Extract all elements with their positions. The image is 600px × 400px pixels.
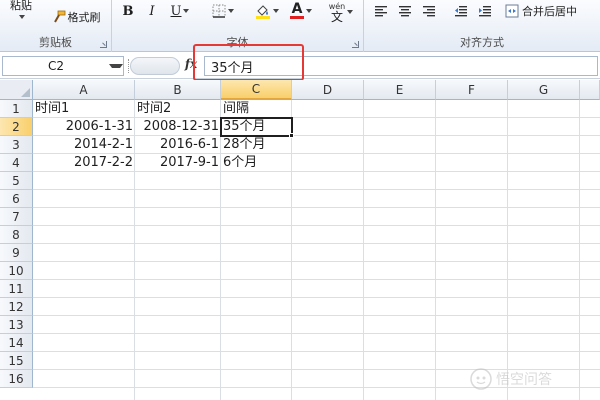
row-header-3[interactable]: 3 xyxy=(0,136,33,154)
paste-button[interactable]: 粘贴 xyxy=(4,0,38,22)
name-box[interactable]: C2 xyxy=(2,56,124,76)
decrease-indent-button[interactable] xyxy=(450,1,472,21)
row-header-9[interactable]: 9 xyxy=(0,244,33,262)
align-center-button[interactable] xyxy=(394,1,416,21)
clipboard-launcher-icon[interactable] xyxy=(100,41,107,48)
font-color-button[interactable]: A xyxy=(284,1,318,21)
row-header-11[interactable]: 11 xyxy=(0,280,33,298)
decrease-indent-icon xyxy=(455,6,467,17)
insert-function-icon[interactable]: fx xyxy=(182,57,200,75)
row-header-15[interactable]: 15 xyxy=(0,352,33,370)
font-group-label: 字体 xyxy=(226,36,249,49)
row-header-5[interactable]: 5 xyxy=(0,172,33,190)
formula-buttons-area xyxy=(130,57,180,75)
align-left-button[interactable] xyxy=(370,1,392,21)
column-header-f[interactable]: F xyxy=(436,80,508,100)
watermark: 悟空问答 xyxy=(470,368,552,390)
font-group: B I U A wén 文 字体 xyxy=(112,0,364,52)
cell-c1[interactable]: 间隔 xyxy=(221,100,292,118)
align-right-button[interactable] xyxy=(418,1,440,21)
increase-indent-button[interactable] xyxy=(474,1,496,21)
cell-a3[interactable]: 2014-2-1 xyxy=(33,136,135,154)
merge-center-label: 合并后居中 xyxy=(522,5,577,18)
column-header-e[interactable]: E xyxy=(364,80,436,100)
column-header-d[interactable]: D xyxy=(292,80,364,100)
fill-color-button[interactable] xyxy=(250,1,284,21)
cell-area[interactable]: 时间1 时间2 间隔 2006-1-31 2008-12-31 35个月 2014-2-1 2… xyxy=(33,100,600,400)
font-launcher-icon[interactable] xyxy=(352,41,359,48)
fill-color-dropdown-icon xyxy=(273,9,279,13)
paste-dropdown-icon xyxy=(19,15,25,19)
worksheet-grid: 时间1 时间2 间隔 2006-1-31 2008-12-31 35个月 2014-2-1 2… xyxy=(0,80,600,400)
column-header-g[interactable]: G xyxy=(508,80,580,100)
underline-button[interactable]: U xyxy=(166,1,194,21)
cell-c3[interactable]: 28个月 xyxy=(221,136,292,154)
underline-label: U xyxy=(170,3,182,19)
italic-button[interactable]: I xyxy=(142,1,162,21)
watermark-logo-icon xyxy=(470,368,492,390)
align-left-icon xyxy=(375,6,387,17)
align-center-icon xyxy=(399,6,411,17)
borders-dropdown-icon xyxy=(228,9,234,13)
row-header-1[interactable]: 1 xyxy=(0,100,33,118)
font-color-letter: A xyxy=(291,1,303,17)
cell-b3[interactable]: 2016-6-1 xyxy=(135,136,221,154)
cell-a4[interactable]: 2017-2-2 xyxy=(33,154,135,172)
row-header-14[interactable]: 14 xyxy=(0,334,33,352)
paste-label: 粘贴 xyxy=(10,0,32,12)
fill-handle[interactable] xyxy=(289,133,294,138)
alignment-group: 合并后居中 对齐方式 xyxy=(364,0,600,52)
font-color-icon: A xyxy=(290,1,304,19)
cell-b1[interactable]: 时间2 xyxy=(135,100,221,118)
format-painter-button[interactable]: 格式刷 xyxy=(46,7,106,27)
cell-b4[interactable]: 2017-9-1 xyxy=(135,154,221,172)
font-color-dropdown-icon xyxy=(306,9,312,13)
row-header-10[interactable]: 10 xyxy=(0,262,33,280)
borders-icon xyxy=(212,4,226,18)
column-header-b[interactable]: B xyxy=(135,80,221,100)
row-header-16[interactable]: 16 xyxy=(0,370,33,388)
cell-c4[interactable]: 6个月 xyxy=(221,154,292,172)
alignment-group-label: 对齐方式 xyxy=(460,36,504,49)
clipboard-group-label: 剪贴板 xyxy=(39,36,72,49)
cell-b2[interactable]: 2008-12-31 xyxy=(135,118,221,136)
column-header-a[interactable]: A xyxy=(33,80,135,100)
bold-button[interactable]: B xyxy=(118,1,138,21)
formula-value: 35个月 xyxy=(211,60,254,76)
format-painter-label: 格式刷 xyxy=(67,11,101,24)
cell-a1[interactable]: 时间1 xyxy=(33,100,135,118)
underline-dropdown-icon xyxy=(183,9,190,13)
row-header-12[interactable]: 12 xyxy=(0,298,33,316)
phonetic-button[interactable]: wén 文 xyxy=(324,0,358,24)
cell-a2[interactable]: 2006-1-31 xyxy=(33,118,135,136)
row-header-2[interactable]: 2 xyxy=(0,118,33,136)
row-header-6[interactable]: 6 xyxy=(0,190,33,208)
format-painter-icon xyxy=(53,10,65,23)
name-box-value: C2 xyxy=(47,59,64,73)
increase-indent-icon xyxy=(479,6,491,17)
ribbon: 粘贴 格式刷 剪贴板 B I U A wén 文 字体 合并后居中 对齐方式 xyxy=(0,0,600,52)
row-header-4[interactable]: 4 xyxy=(0,154,33,172)
formula-input[interactable]: 35个月 xyxy=(204,56,598,76)
borders-button[interactable] xyxy=(206,1,240,21)
clipboard-group: 粘贴 格式刷 剪贴板 xyxy=(0,0,112,52)
column-header-c[interactable]: C xyxy=(221,80,292,100)
merge-center-icon xyxy=(505,4,519,18)
name-box-dropdown-icon[interactable] xyxy=(109,64,123,68)
row-header-7[interactable]: 7 xyxy=(0,208,33,226)
merge-center-button[interactable]: 合并后居中 xyxy=(502,1,598,21)
fill-bucket-icon xyxy=(256,5,270,19)
align-right-icon xyxy=(423,6,435,17)
select-all-corner[interactable] xyxy=(0,80,33,100)
formula-bar: C2 fx 35个月 xyxy=(0,53,600,79)
row-header-13[interactable]: 13 xyxy=(0,316,33,334)
row-header-8[interactable]: 8 xyxy=(0,226,33,244)
cell-c2[interactable]: 35个月 xyxy=(221,118,292,136)
watermark-text: 悟空问答 xyxy=(496,372,552,388)
column-header-filler xyxy=(580,80,600,100)
font-color-swatch xyxy=(290,16,304,19)
phonetic-char: 文 xyxy=(330,10,343,24)
phonetic-dropdown-icon xyxy=(347,10,354,14)
phonetic-icon: wén 文 xyxy=(329,2,346,24)
